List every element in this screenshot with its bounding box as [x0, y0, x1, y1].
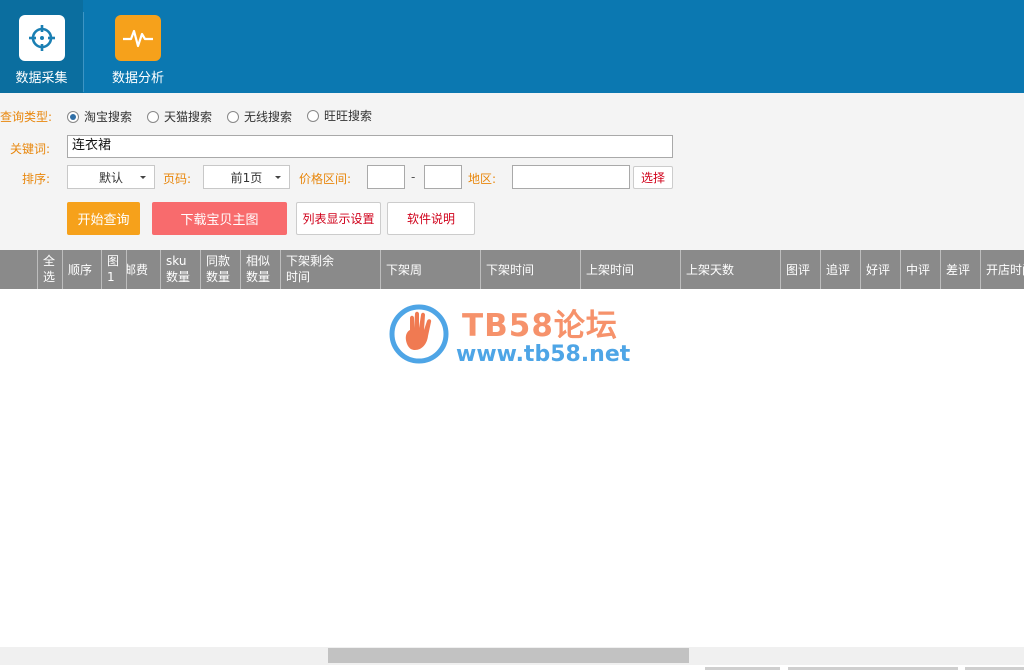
price-min-input[interactable] — [367, 165, 405, 189]
hand-logo-icon — [389, 304, 449, 364]
price-max-input[interactable] — [424, 165, 462, 189]
column-display-settings-button[interactable]: 列表显示设置 — [296, 202, 381, 235]
results-grid-header: 全选 顺序 图1 邮费 sku数量 同款数量 相似数量 下架剩余时间 下架周 下… — [0, 250, 1024, 289]
column-header-sku-count[interactable]: sku数量 — [161, 250, 201, 289]
page-select-value: 前1页 — [230, 170, 263, 185]
radio-tmall-search[interactable]: 天猫搜索 — [147, 108, 212, 125]
watermark-url: www.tb58.net — [456, 342, 631, 367]
column-header-bad-reviews[interactable]: 差评 — [941, 250, 981, 289]
price-range-label: 价格区间: — [299, 172, 352, 186]
radio-dot — [307, 109, 319, 122]
sort-label: 排序: — [22, 172, 51, 186]
column-header-neutral-reviews[interactable]: 中评 — [901, 250, 941, 289]
nav-divider — [83, 12, 84, 92]
chevron-down-icon — [275, 176, 281, 179]
region-label: 地区: — [468, 172, 497, 186]
query-form-panel: 查询类型: 淘宝搜索 天猫搜索 无线搜索 旺旺搜索 关键词: 连衣裙 排序: 默… — [0, 93, 1024, 250]
horizontal-scrollbar[interactable] — [0, 647, 1024, 665]
radio-dot — [67, 110, 79, 123]
column-header-order[interactable]: 顺序 — [63, 250, 102, 289]
keyword-label: 关键词: — [10, 142, 51, 156]
chevron-down-icon — [140, 176, 146, 179]
radio-dot — [147, 110, 159, 123]
keyword-input[interactable]: 连衣裙 — [67, 135, 673, 158]
column-header-delist-week[interactable]: 下架周 — [381, 250, 481, 289]
column-header-select-all[interactable]: 全选 — [38, 250, 63, 289]
region-input[interactable] — [512, 165, 630, 189]
region-select-button[interactable]: 选择 — [633, 166, 673, 189]
radio-taobao-search[interactable]: 淘宝搜索 — [67, 108, 132, 125]
sort-select[interactable]: 默认 — [67, 165, 155, 189]
footer-strip — [0, 665, 1024, 670]
column-header-delist-time[interactable]: 下架时间 — [481, 250, 581, 289]
column-header-followup-reviews[interactable]: 追评 — [821, 250, 861, 289]
data-collect-button[interactable]: 数据采集 — [0, 0, 83, 93]
scrollbar-thumb[interactable] — [328, 648, 689, 663]
radio-label: 旺旺搜索 — [324, 109, 373, 123]
data-analysis-label: 数据分析 — [111, 71, 164, 86]
column-header-image[interactable]: 图1 — [102, 250, 127, 289]
column-header-shop-open-time[interactable]: 开店时间 — [981, 250, 1024, 289]
pulse-icon — [115, 15, 161, 61]
start-query-button[interactable]: 开始查询 — [67, 202, 140, 235]
column-header-same-count[interactable]: 同款数量 — [201, 250, 241, 289]
page-label: 页码: — [163, 172, 192, 186]
data-analysis-button[interactable]: 数据分析 — [95, 0, 181, 93]
column-header-row-indicator — [0, 250, 38, 289]
page-select[interactable]: 前1页 — [203, 165, 290, 189]
query-type-label: 查询类型: — [0, 110, 53, 124]
radio-dot — [227, 110, 239, 123]
crosshair-icon — [18, 15, 65, 61]
column-header-good-reviews[interactable]: 好评 — [861, 250, 901, 289]
column-header-list-time[interactable]: 上架时间 — [581, 250, 681, 289]
radio-label: 淘宝搜索 — [84, 110, 133, 124]
column-header-delist-remaining[interactable]: 下架剩余时间 — [281, 250, 381, 289]
data-collect-label: 数据采集 — [15, 71, 68, 86]
download-main-images-button[interactable]: 下载宝贝主图 — [152, 202, 287, 235]
sort-select-value: 默认 — [98, 170, 123, 185]
radio-label: 无线搜索 — [244, 110, 293, 124]
price-range-dash: - — [411, 170, 416, 184]
software-help-button[interactable]: 软件说明 — [387, 202, 475, 235]
radio-wangwang-search[interactable]: 旺旺搜索 — [307, 107, 372, 124]
column-header-image-reviews[interactable]: 图评 — [781, 250, 821, 289]
column-header-listed-days[interactable]: 上架天数 — [681, 250, 781, 289]
watermark-title: TB58论坛 — [462, 308, 618, 344]
radio-wireless-search[interactable]: 无线搜索 — [227, 108, 292, 125]
radio-label: 天猫搜索 — [164, 110, 213, 124]
column-header-similar-count[interactable]: 相似数量 — [241, 250, 281, 289]
tb58-watermark: TB58论坛 www.tb58.net — [386, 300, 646, 370]
column-header-shipping[interactable]: 邮费 — [127, 250, 161, 289]
top-toolbar: 数据采集 数据分析 — [0, 0, 1024, 93]
